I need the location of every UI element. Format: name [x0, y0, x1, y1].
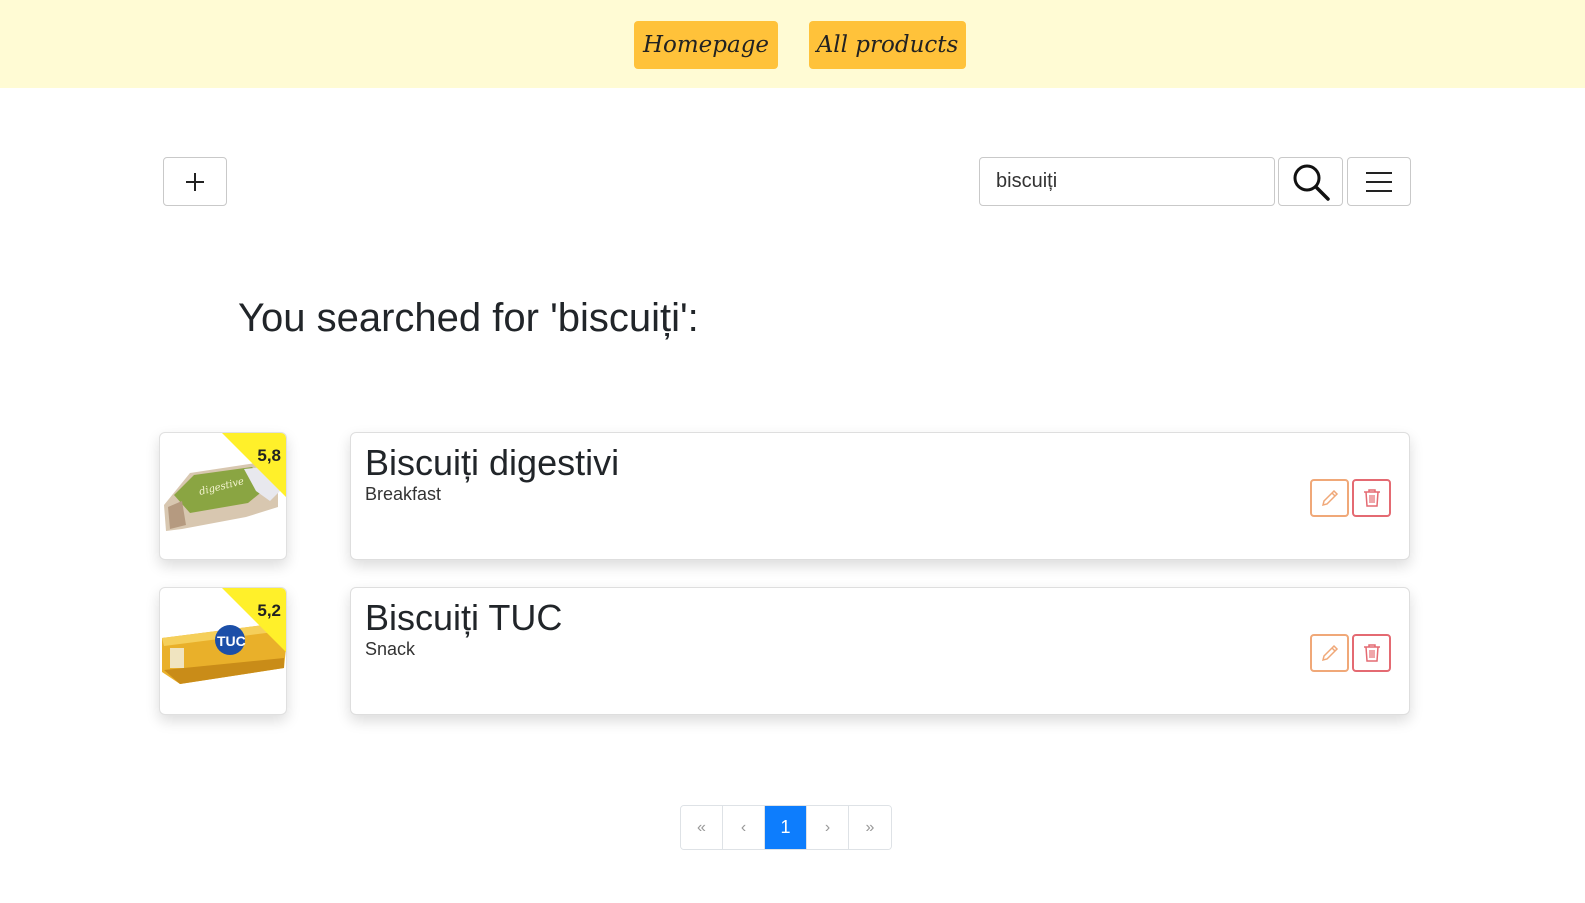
pencil-icon [1321, 489, 1338, 507]
product-image[interactable]: digestive 5,8 [159, 432, 287, 560]
rating-value: 5,2 [257, 601, 281, 620]
search-results-heading: You searched for 'biscuiți': [238, 296, 699, 340]
homepage-button[interactable]: Homepage [634, 21, 778, 69]
product-card[interactable]: Biscuiți digestivi Breakfast [350, 432, 1410, 560]
next-page-button[interactable]: › [807, 806, 849, 849]
edit-button[interactable] [1310, 634, 1349, 672]
product-name: Biscuiți TUC [365, 597, 563, 638]
search-icon [1293, 164, 1330, 201]
top-navbar: Homepage All products [0, 0, 1585, 88]
product-name: Biscuiți digestivi [365, 442, 620, 483]
menu-button[interactable] [1347, 157, 1411, 206]
pencil-icon [1321, 644, 1338, 662]
page-1-button[interactable]: 1 [765, 806, 807, 849]
search-input[interactable] [979, 157, 1275, 206]
plus-icon [186, 172, 204, 191]
prev-page-button[interactable]: ‹ [723, 806, 765, 849]
edit-button[interactable] [1310, 479, 1349, 517]
last-page-button[interactable]: » [849, 806, 891, 849]
delete-button[interactable] [1352, 634, 1391, 672]
hamburger-menu-icon [1366, 171, 1392, 192]
product-image[interactable]: TUC 5,2 [159, 587, 287, 715]
trash-icon [1363, 644, 1380, 662]
trash-icon [1363, 489, 1380, 507]
delete-button[interactable] [1352, 479, 1391, 517]
first-page-button[interactable]: « [681, 806, 723, 849]
add-product-button[interactable] [163, 157, 227, 206]
rating-value: 5,8 [257, 446, 281, 465]
product-card[interactable]: Biscuiți TUC Snack [350, 587, 1410, 715]
all-products-button[interactable]: All products [809, 21, 966, 69]
search-button[interactable] [1278, 157, 1343, 206]
product-category: Breakfast [365, 484, 442, 504]
pagination: « ‹ 1 › » [680, 805, 892, 850]
product-category: Snack [365, 639, 416, 659]
